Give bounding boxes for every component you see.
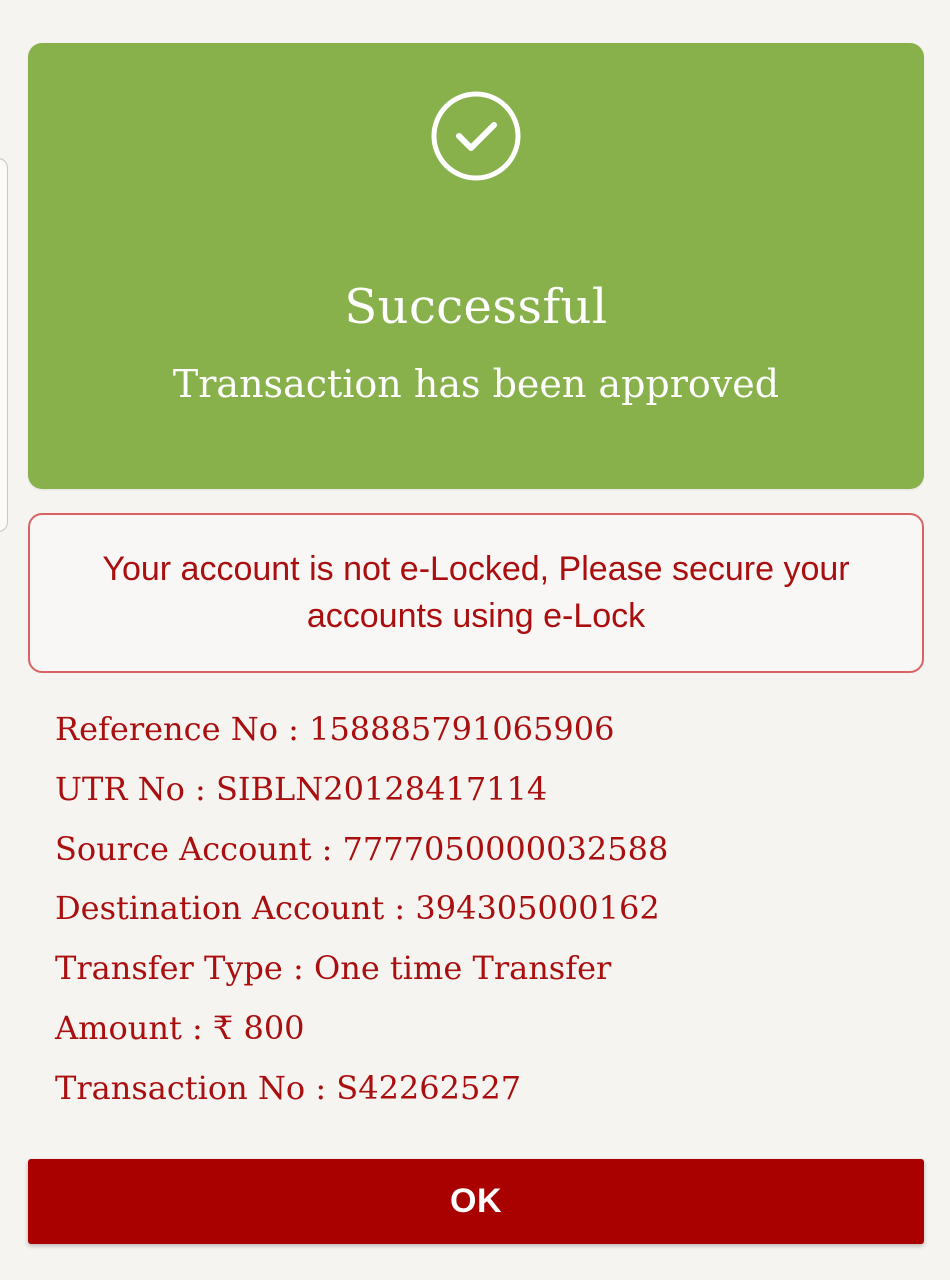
amount-value: ₹ 800 bbox=[212, 1008, 305, 1047]
source-account-label: Source Account bbox=[55, 829, 312, 868]
transaction-number-row: Transaction No : S42262527 bbox=[55, 1068, 522, 1107]
ok-button[interactable]: OK bbox=[28, 1159, 924, 1244]
transfer-type-value: One time Transfer bbox=[313, 949, 612, 988]
transaction-number-value: S42262527 bbox=[336, 1068, 522, 1107]
destination-account-row: Destination Account : 394305000162 bbox=[55, 889, 660, 928]
transaction-number-label: Transaction No bbox=[55, 1068, 306, 1107]
utr-number-value: SIBLN20128417114 bbox=[215, 769, 548, 808]
utr-number-row: UTR No : SIBLN20128417114 bbox=[55, 769, 548, 808]
success-message: Transaction has been approved bbox=[172, 362, 780, 406]
utr-number-label: UTR No bbox=[55, 769, 185, 808]
success-title: Successful bbox=[344, 279, 608, 335]
reference-number-row: Reference No : 158885791065906 bbox=[55, 710, 615, 748]
elock-warning: Your account is not e-Locked, Please sec… bbox=[28, 513, 924, 673]
success-banner: Successful Transaction has been approved bbox=[28, 43, 924, 489]
elock-warning-text: Your account is not e-Locked, Please sec… bbox=[102, 550, 850, 635]
amount-label: Amount bbox=[55, 1008, 182, 1047]
check-circle-icon bbox=[431, 91, 521, 181]
amount-row: Amount : ₹ 800 bbox=[55, 1008, 305, 1047]
source-account-row: Source Account : 7777050000032588 bbox=[55, 829, 669, 868]
side-panel-edge[interactable] bbox=[0, 158, 8, 532]
destination-account-value: 394305000162 bbox=[415, 889, 660, 928]
transaction-details: Reference No : 158885791065906 UTR No : … bbox=[55, 710, 915, 1129]
reference-number-value: 158885791065906 bbox=[309, 710, 615, 748]
source-account-value: 7777050000032588 bbox=[342, 829, 669, 868]
transfer-type-row: Transfer Type : One time Transfer bbox=[55, 949, 612, 988]
reference-number-label: Reference No bbox=[55, 710, 278, 748]
transfer-type-label: Transfer Type bbox=[55, 949, 283, 988]
destination-account-label: Destination Account bbox=[55, 889, 385, 928]
